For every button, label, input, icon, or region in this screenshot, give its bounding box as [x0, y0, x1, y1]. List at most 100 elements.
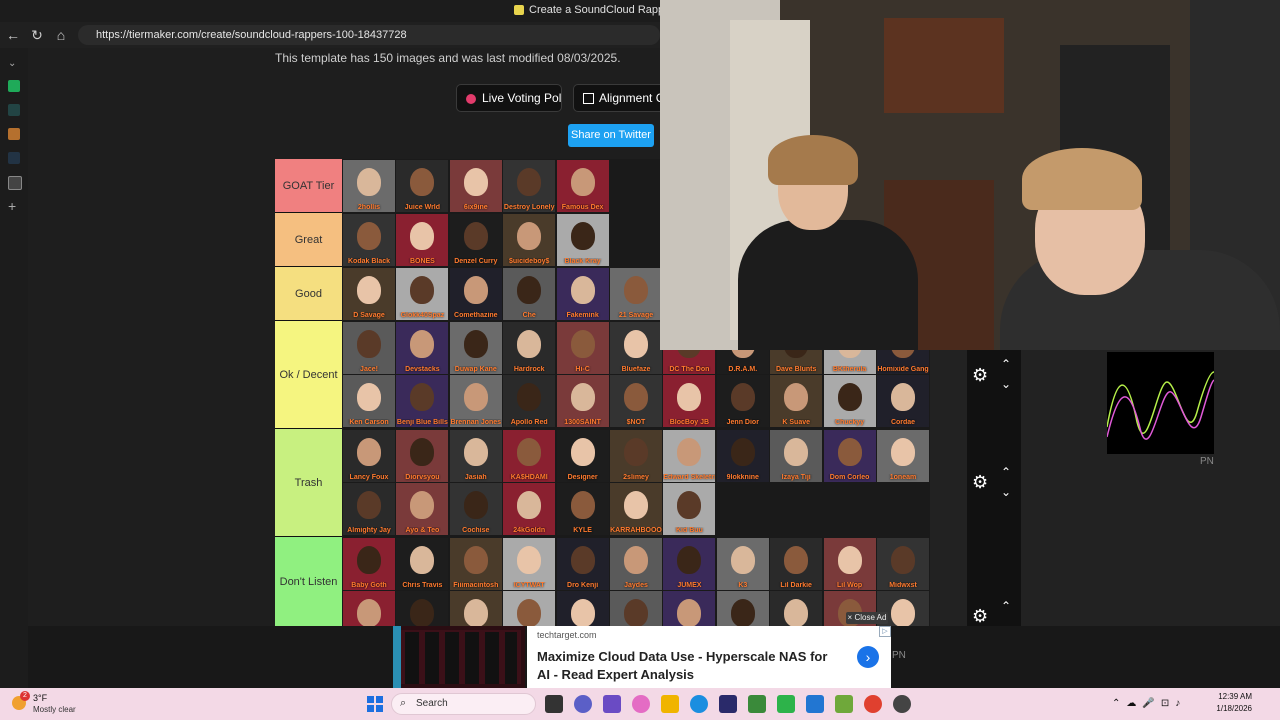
rapper-tile[interactable]: Bluefaze	[610, 322, 662, 374]
app-icon[interactable]	[835, 695, 853, 713]
copilot-icon[interactable]	[632, 695, 650, 713]
rapper-tile[interactable]	[716, 591, 769, 627]
close-ad-button[interactable]: × Close Ad	[846, 612, 888, 624]
minecraft-icon[interactable]	[748, 695, 766, 713]
taskbar-search[interactable]: ⌕ Search	[391, 693, 536, 715]
rapper-tile[interactable]	[396, 591, 449, 627]
system-tray-icons[interactable]: ⌃☁🎤⊡♪	[1112, 698, 1186, 709]
ad-content[interactable]: techtarget.com Maximize Cloud Data Use -…	[527, 626, 891, 688]
url-field[interactable]: https://tiermaker.com/create/soundcloud-…	[78, 25, 660, 45]
clock-time[interactable]: 12:39 AM	[1200, 692, 1252, 701]
rapper-tile[interactable]: Devstacks	[396, 322, 449, 374]
gear-icon[interactable]: ⚙	[972, 473, 990, 491]
ad-headline[interactable]: Maximize Cloud Data Use - Hyperscale NAS…	[537, 648, 842, 684]
rapper-tile[interactable]: Kid Buu	[663, 483, 716, 535]
rapper-tile[interactable]: Apollo Red	[503, 375, 556, 427]
rapper-tile[interactable]: ICYTWAT	[503, 538, 556, 590]
rapper-tile[interactable]: 24kGoldn	[503, 483, 556, 535]
rapper-tile[interactable]: Jace!	[343, 322, 395, 374]
rapper-tile[interactable]: Ayo & Teo	[396, 483, 449, 535]
tiermaker-tab-icon[interactable]	[8, 176, 22, 190]
teams-icon[interactable]	[603, 695, 621, 713]
rapper-tile[interactable]: Denzel Curry	[449, 214, 502, 266]
chrome-icon[interactable]	[864, 695, 882, 713]
alignment-chart-button[interactable]: Alignment C	[573, 84, 661, 112]
rapper-tile[interactable]: Lil Darkie	[770, 538, 823, 590]
chevron-up-icon[interactable]: ⌃	[1001, 600, 1011, 612]
rapper-tile[interactable]: D Savage	[343, 268, 395, 320]
rapper-tile[interactable]: Jasiah	[449, 430, 502, 482]
chevron-down-icon[interactable]: ⌄	[1001, 378, 1011, 390]
rapper-tile[interactable]: 9lokknine	[716, 430, 769, 482]
rapper-tile[interactable]: Dro Kenji	[556, 538, 609, 590]
gear-icon[interactable]: ⚙	[972, 366, 990, 384]
rapper-tile[interactable]: 2slimey	[610, 430, 662, 482]
rapper-tile[interactable]: Edward Skeletrix	[663, 430, 716, 482]
ad-image[interactable]	[393, 626, 525, 688]
rapper-tile[interactable]	[770, 591, 823, 627]
rapper-tile[interactable]	[503, 591, 556, 627]
add-icon[interactable]: +	[8, 199, 20, 213]
rapper-tile[interactable]: Che	[503, 268, 556, 320]
rapper-tile[interactable]: BlocBoy JB	[663, 375, 716, 427]
rapper-tile[interactable]: Izaya Tiji	[770, 430, 823, 482]
rapper-tile[interactable]: Duwap Kane	[449, 322, 502, 374]
gear-icon[interactable]: ⚙	[972, 607, 990, 625]
tier-label[interactable]: Ok / Decent	[275, 321, 342, 429]
rapper-tile[interactable]: $NOT	[610, 375, 662, 427]
rapper-tile[interactable]: K3	[716, 538, 769, 590]
rapper-tile[interactable]: Famous Dex	[556, 160, 609, 212]
rapper-tile[interactable]: Kodak Black	[343, 214, 395, 266]
rapper-tile[interactable]: Hi-C	[556, 322, 609, 374]
rapper-tile[interactable]	[449, 591, 502, 627]
chevron-down-icon[interactable]: ⌄	[1001, 486, 1011, 498]
rapper-tile[interactable]: Dom Corleo	[823, 430, 876, 482]
chat-icon[interactable]	[574, 695, 592, 713]
rapper-tile[interactable]	[343, 591, 395, 627]
ad-arrow-button[interactable]: ›	[857, 646, 879, 668]
edge-icon[interactable]	[690, 695, 708, 713]
rapper-tile[interactable]: Chris Travis	[396, 538, 449, 590]
rapper-tile[interactable]: KYLE	[556, 483, 609, 535]
rapper-tile[interactable]: Juice Wrld	[396, 160, 449, 212]
rapper-tile[interactable]: JUMEX	[663, 538, 716, 590]
tier-label[interactable]: Trash	[275, 429, 342, 537]
rapper-tile[interactable]: Chuckyy	[823, 375, 876, 427]
rapper-tile[interactable]: Cochise	[449, 483, 502, 535]
obs-icon[interactable]	[893, 695, 911, 713]
rapper-tile[interactable]: 1300SAINT	[556, 375, 609, 427]
rapper-tile[interactable]	[610, 591, 662, 627]
rapper-tile[interactable]: $uicideboy$	[503, 214, 556, 266]
rapper-tile[interactable]: Hardrock	[503, 322, 556, 374]
start-windows-icon[interactable]	[366, 695, 384, 713]
rapper-tile[interactable]: Almighty Jay	[343, 483, 395, 535]
rapper-tile[interactable]: Jenn Dior	[716, 375, 769, 427]
rapper-tile[interactable]: Fiiimacintosh	[449, 538, 502, 590]
tier-label[interactable]: Great	[275, 213, 342, 267]
home-icon[interactable]: ⌂	[52, 26, 70, 44]
rapper-tile[interactable]: Black Kray	[556, 214, 609, 266]
rapper-tile[interactable]: Brennan Jones	[449, 375, 502, 427]
rapper-tile[interactable]: K Suave	[770, 375, 823, 427]
extension-orange-icon[interactable]	[8, 128, 20, 140]
tier-label[interactable]: GOAT Tier	[275, 159, 342, 213]
rapper-tile[interactable]	[663, 591, 716, 627]
tier-label[interactable]: Don't Listen	[275, 537, 342, 627]
rapper-tile[interactable]: Benji Blue Bills	[396, 375, 449, 427]
rapper-tile[interactable]: 21 Savage	[610, 268, 662, 320]
rapper-tile[interactable]: 2hollis	[343, 160, 395, 212]
premiere-icon[interactable]	[719, 695, 737, 713]
chevron-up-icon[interactable]: ⌃	[1001, 466, 1011, 478]
clock-date[interactable]: 1/18/2026	[1200, 704, 1252, 713]
rapper-tile[interactable]: 1oneam	[877, 430, 929, 482]
task-view-icon[interactable]	[545, 695, 563, 713]
live-voting-poll-button[interactable]: Live Voting Poll	[456, 84, 562, 112]
xbox-icon[interactable]	[777, 695, 795, 713]
rapper-tile[interactable]: Fakemink	[556, 268, 609, 320]
rapper-tile[interactable]	[556, 591, 609, 627]
file-explorer-icon[interactable]	[661, 695, 679, 713]
rapper-tile[interactable]: Lil Wop	[823, 538, 876, 590]
rapper-tile[interactable]: Midwxst	[877, 538, 929, 590]
rapper-tile[interactable]: Diorvsyou	[396, 430, 449, 482]
rapper-tile[interactable]: Cordae	[877, 375, 929, 427]
